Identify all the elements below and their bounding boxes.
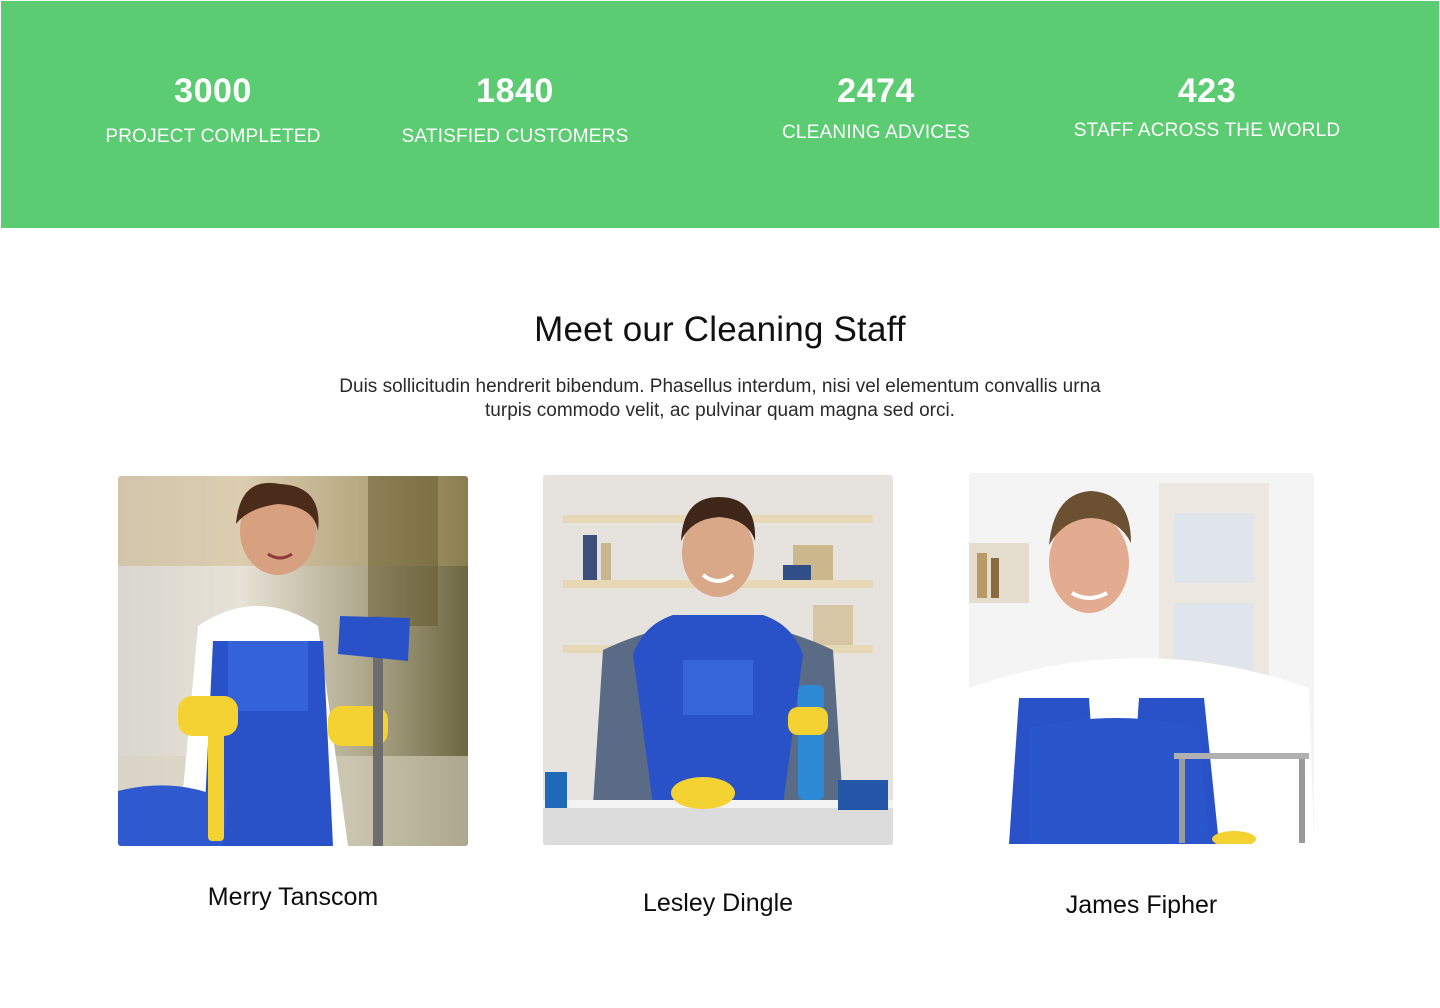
staff-name-lesley: Lesley Dingle — [642, 889, 794, 917]
staff-photo-merry[interactable] — [118, 476, 468, 846]
stat-number: 1840 — [476, 72, 554, 110]
stat-number: 2474 — [837, 72, 915, 110]
staff-photo-james[interactable] — [969, 473, 1314, 844]
stat-staff: 423 STAFF ACROSS THE WORLD — [1067, 71, 1347, 143]
stat-label: CLEANING ADVICES — [782, 122, 970, 143]
section-title: Meet our Cleaning Staff — [534, 310, 906, 349]
staff-name-merry: Merry Tanscom — [207, 883, 379, 911]
staff-photo-image — [969, 473, 1314, 844]
stat-number: 3000 — [174, 72, 252, 110]
stat-label: SATISFIED CUSTOMERS — [401, 126, 629, 147]
stat-label: PROJECT COMPLETED — [105, 126, 321, 147]
staff-photo-lesley[interactable] — [543, 475, 893, 845]
stat-number: 423 — [1177, 72, 1237, 110]
stat-advices: 2474 CLEANING ADVICES — [736, 71, 1016, 145]
section-description: Duis sollicitudin hendrerit bibendum. Ph… — [339, 376, 1101, 421]
staff-name-james: James Fipher — [1065, 891, 1218, 919]
stat-customers: 1840 SATISFIED CUSTOMERS — [375, 71, 655, 149]
staff-photo-image — [118, 476, 468, 846]
staff-photo-image — [543, 475, 893, 845]
stat-projects: 3000 PROJECT COMPLETED — [73, 71, 353, 149]
stat-label: STAFF ACROSS THE WORLD — [1073, 120, 1341, 141]
stats-band: 3000 PROJECT COMPLETED 1840 SATISFIED CU… — [1, 1, 1439, 228]
